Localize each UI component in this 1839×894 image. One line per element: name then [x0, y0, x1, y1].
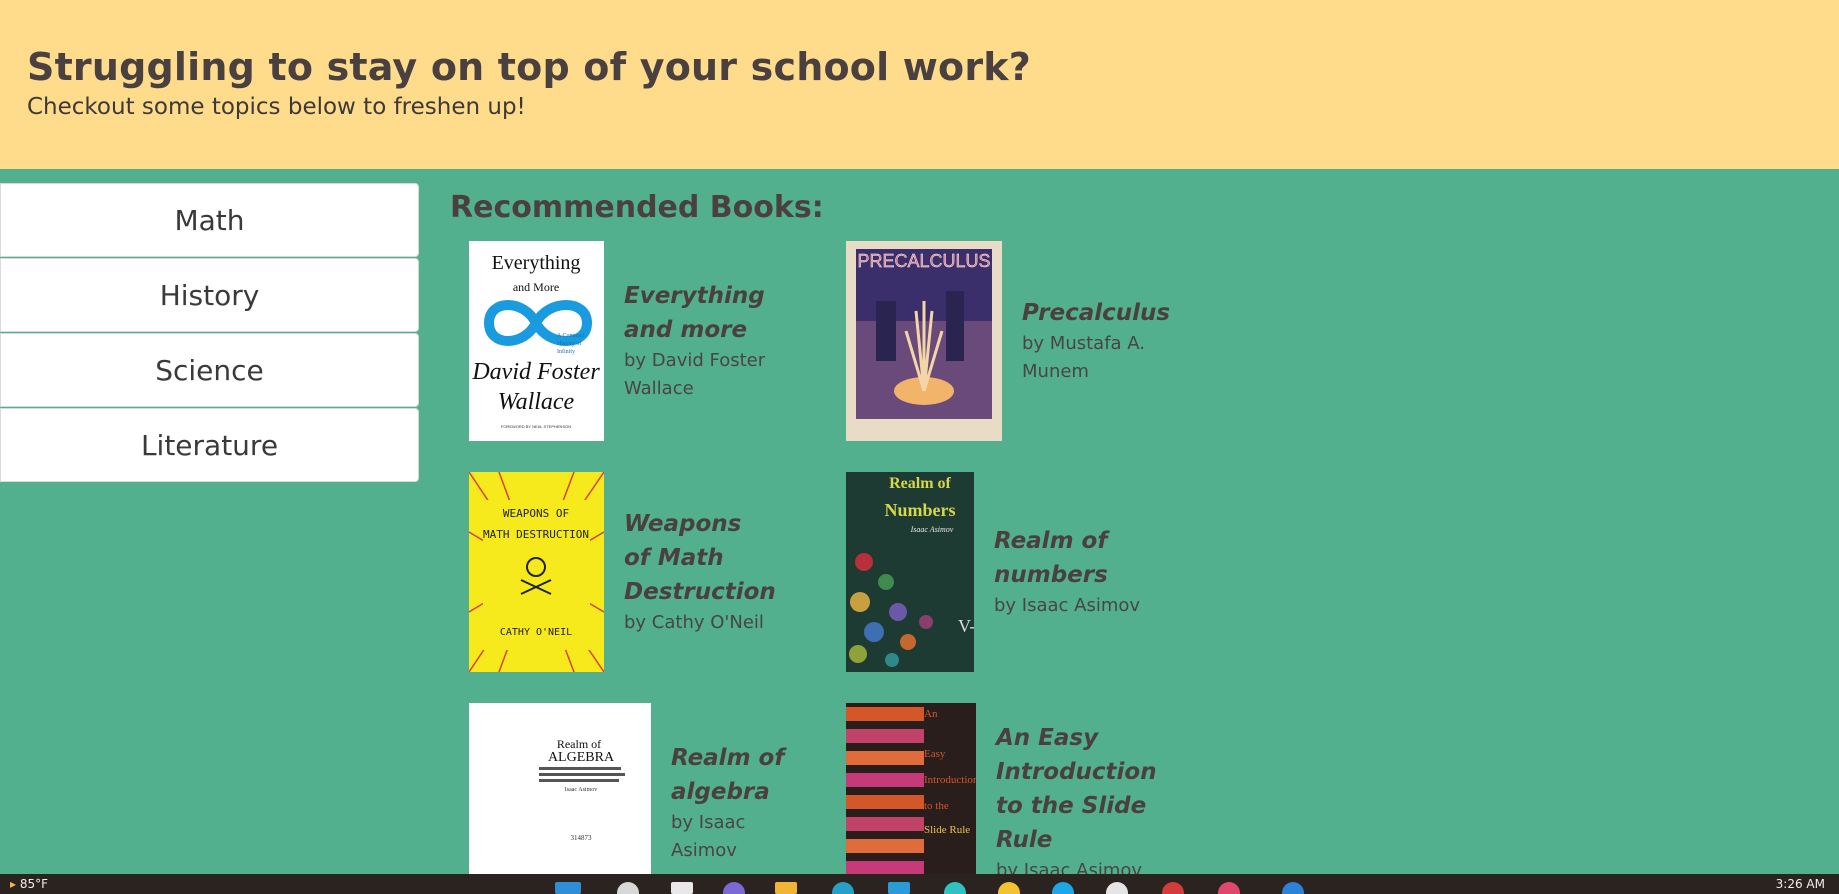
book-card-precalculus[interactable]: PRECALCULUS Precalculus by Mustafa A. Mu…	[846, 241, 1170, 441]
svg-text:Isaac Asimov: Isaac Asimov	[565, 787, 598, 793]
recommended-books-heading: Recommended Books:	[450, 190, 824, 225]
book-title[interactable]: Weapons of Math Destruction	[624, 507, 776, 609]
topic-button-science[interactable]: Science	[0, 333, 419, 407]
svg-text:to the: to the	[924, 800, 949, 812]
svg-text:314873: 314873	[571, 834, 593, 842]
svg-text:Easy: Easy	[924, 748, 946, 760]
book-info: Everything and more by David Foster Wall…	[624, 279, 804, 403]
svg-text:MATH DESTRUCTION: MATH DESTRUCTION	[483, 528, 589, 541]
weather-widget[interactable]: ▸ 85°F	[10, 877, 48, 891]
svg-text:FOREWORD BY NEAL STEPHENSON: FOREWORD BY NEAL STEPHENSON	[501, 424, 571, 429]
opera-icon[interactable]	[1162, 882, 1184, 894]
book-author: by Cathy O'Neil	[624, 612, 764, 633]
book-info: An Easy Introduction to the Slide Rule b…	[996, 721, 1157, 885]
book-author: by Mustafa A. Munem	[1022, 333, 1146, 382]
vscode-icon[interactable]	[1282, 882, 1304, 894]
book-title[interactable]: Realm of algebra	[671, 741, 791, 809]
svg-text:ALGEBRA: ALGEBRA	[548, 750, 615, 765]
book-info: Weapons of Math Destruction by Cathy O'N…	[624, 507, 776, 637]
svg-text:Everything: Everything	[492, 252, 581, 274]
store-icon[interactable]	[888, 882, 910, 894]
svg-text:Realm of: Realm of	[557, 737, 601, 751]
svg-text:and More: and More	[513, 280, 559, 294]
chrome-icon[interactable]	[998, 882, 1020, 894]
book-card-realm-of-algebra[interactable]: Realm of ALGEBRA Isaac Asimov 314873 Rea…	[469, 703, 791, 894]
svg-text:CATHY O'NEIL: CATHY O'NEIL	[500, 627, 572, 638]
svg-text:WEAPONS OF: WEAPONS OF	[503, 507, 569, 520]
start-icon[interactable]	[555, 882, 581, 894]
book-cover[interactable]: Everything and More A Compact History of…	[469, 241, 604, 441]
book-info: Precalculus by Mustafa A. Munem	[1022, 296, 1170, 386]
messenger-icon[interactable]	[1106, 882, 1128, 894]
clock[interactable]: 3:26 AM	[1776, 877, 1825, 891]
task-view-icon[interactable]	[671, 882, 693, 894]
weather-temperature: 85°F	[19, 877, 49, 891]
book-title[interactable]: Realm of numbers	[994, 524, 1144, 592]
book-title[interactable]: An Easy Introduction to the Slide Rule	[996, 721, 1157, 857]
edge-icon[interactable]	[832, 882, 854, 894]
search-icon[interactable]	[617, 882, 639, 894]
book-title[interactable]: Precalculus	[1022, 296, 1170, 330]
book-title[interactable]: Everything and more	[624, 279, 804, 347]
book-author: by Isaac Asimov	[994, 595, 1141, 616]
book-author: by David Foster Wallace	[624, 350, 766, 399]
file-explorer-icon[interactable]	[775, 882, 797, 894]
svg-text:A Compact: A Compact	[557, 333, 584, 339]
topic-button-math[interactable]: Math	[0, 183, 419, 257]
topic-list: Math History Science Literature	[0, 183, 419, 483]
book-info: Realm of numbers by Isaac Asimov	[994, 524, 1144, 620]
svg-text:Introduction: Introduction	[924, 774, 976, 786]
taskbar: ▸ 85°F 3:26 AM	[0, 874, 1839, 894]
svg-text:Realm of: Realm of	[889, 475, 951, 492]
skype-icon[interactable]	[1052, 882, 1074, 894]
svg-text:Isaac Asimov: Isaac Asimov	[910, 525, 954, 534]
teams-icon[interactable]	[723, 882, 745, 894]
svg-text:History of: History of	[557, 340, 582, 347]
svg-text:Slide Rule: Slide Rule	[924, 824, 970, 836]
book-author: by Isaac Asimov	[671, 812, 746, 861]
svg-text:V-1: V-1	[958, 616, 974, 636]
app-icon[interactable]	[944, 882, 966, 894]
svg-text:Infinity: Infinity	[557, 348, 575, 355]
book-card-slide-rule[interactable]: An Easy Introduction to the Slide Rule A…	[846, 703, 1157, 894]
svg-text:An: An	[924, 708, 938, 720]
page-title: Struggling to stay on top of your school…	[27, 45, 1032, 89]
svg-text:Wallace: Wallace	[498, 389, 575, 415]
book-cover[interactable]: WEAPONS OF MATH DESTRUCTION CATHY O'NEIL	[469, 472, 604, 672]
book-cover[interactable]: PRECALCULUS	[846, 241, 1002, 441]
topic-button-history[interactable]: History	[0, 258, 419, 332]
book-cover[interactable]: Realm of Numbers Isaac Asimov V-1	[846, 472, 974, 672]
svg-text:David Foster: David Foster	[471, 359, 600, 385]
svg-text:PRECALCULUS: PRECALCULUS	[857, 251, 990, 271]
book-cover[interactable]: Realm of ALGEBRA Isaac Asimov 314873	[469, 703, 651, 894]
header-banner: Struggling to stay on top of your school…	[0, 0, 1839, 169]
page-subtitle: Checkout some topics below to freshen up…	[27, 94, 526, 120]
book-info: Realm of algebra by Isaac Asimov	[671, 741, 791, 865]
book-card-everything-and-more[interactable]: Everything and More A Compact History of…	[469, 241, 804, 441]
topic-button-literature[interactable]: Literature	[0, 408, 419, 482]
book-cover[interactable]: An Easy Introduction to the Slide Rule	[846, 703, 976, 894]
book-card-weapons-of-math-destruction[interactable]: WEAPONS OF MATH DESTRUCTION CATHY O'NEIL…	[469, 472, 776, 672]
book-card-realm-of-numbers[interactable]: Realm of Numbers Isaac Asimov V-1 Realm …	[846, 472, 1144, 672]
pen-icon[interactable]	[1218, 882, 1240, 894]
svg-text:Numbers: Numbers	[885, 500, 956, 520]
sun-icon: ▸	[10, 877, 17, 891]
